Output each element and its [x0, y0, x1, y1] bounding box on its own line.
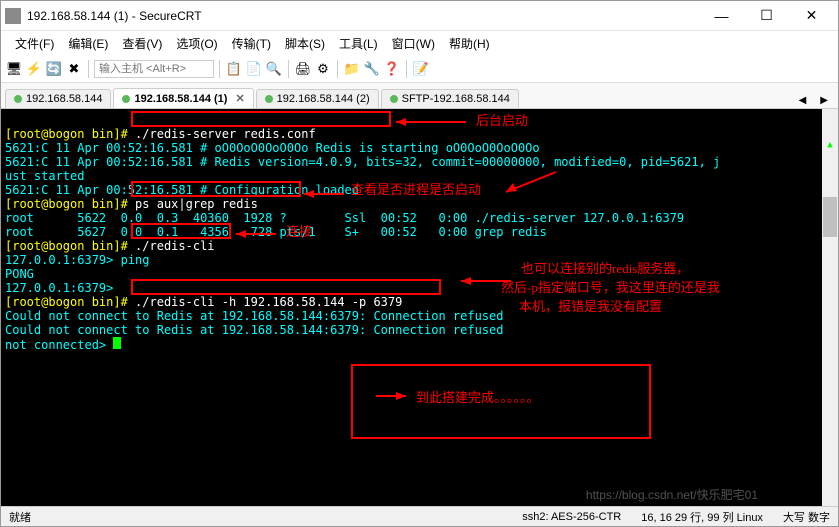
menu-tools[interactable]: 工具(L): [333, 33, 384, 54]
print-icon[interactable]: 🖨: [294, 60, 312, 78]
tab-label: 192.168.58.144 (2): [277, 93, 370, 105]
highlight-box: [131, 111, 391, 127]
watermark: https://blog.csdn.net/快乐肥宅01: [586, 488, 758, 502]
status-cipher: ssh2: AES-256-CTR: [522, 511, 621, 523]
session-icon[interactable]: 📁: [343, 60, 361, 78]
close-button[interactable]: ✕: [789, 2, 834, 30]
terminal[interactable]: [root@bogon bin]# ./redis-server redis.c…: [1, 109, 838, 506]
command: ./redis-cli: [135, 239, 214, 253]
tab-label: 192.168.58.144 (1): [134, 93, 227, 105]
status-dot-icon: [390, 95, 398, 103]
tab-prev-icon[interactable]: ◀: [793, 93, 813, 108]
quick-connect-icon[interactable]: ⚡: [25, 60, 43, 78]
menu-transfer[interactable]: 传输(T): [226, 33, 277, 54]
menu-window[interactable]: 窗口(W): [386, 33, 441, 54]
minimize-button[interactable]: —: [699, 2, 744, 30]
status-caps: 大写 数字: [783, 509, 830, 525]
annotation: 也可以连接别的redis服务器，: [521, 262, 689, 276]
tabbar: 192.168.58.144 192.168.58.144 (1) ✕ 192.1…: [1, 83, 838, 109]
output-line: not connected>: [5, 338, 113, 352]
command: ./redis-server redis.conf: [135, 127, 316, 141]
tab-session-3[interactable]: 192.168.58.144 (2): [256, 89, 379, 108]
status-dot-icon: [14, 95, 22, 103]
annotation: 后台启动: [476, 114, 528, 128]
output-line: Could not connect to Redis at 192.168.58…: [5, 323, 504, 337]
reconnect-icon[interactable]: 🔄: [45, 60, 63, 78]
menubar: 文件(F) 编辑(E) 查看(V) 选项(O) 传输(T) 脚本(S) 工具(L…: [1, 31, 838, 55]
annotation: 到此搭建完成。。。。。。: [416, 391, 540, 405]
options-icon[interactable]: ⚙: [314, 60, 332, 78]
output-line: root 5622 0.0 0.3 40360 1928 ? Ssl 00:52…: [5, 211, 684, 225]
tab-close-icon[interactable]: ✕: [235, 92, 244, 105]
arrow-icon: [501, 167, 561, 197]
output-line: 127.0.0.1:6379> ping: [5, 253, 150, 267]
menu-edit[interactable]: 编辑(E): [62, 33, 114, 54]
menu-view[interactable]: 查看(V): [116, 33, 168, 54]
annotation: 然后-p指定端口号，我这里连的还是我: [501, 281, 720, 295]
output-line: 5621:C 11 Apr 00:52:16.581 # Configurati…: [5, 183, 359, 197]
arrow-icon: [371, 389, 411, 403]
output-line: 5621:C 11 Apr 00:52:16.581 # Redis versi…: [5, 155, 720, 169]
prompt: [root@bogon bin]#: [5, 295, 135, 309]
tab-sftp[interactable]: SFTP-192.168.58.144: [381, 89, 519, 108]
status-dot-icon: [265, 95, 273, 103]
tab-label: 192.168.58.144: [26, 93, 102, 105]
output-line: root 5627 0.0 0.1 4356 728 pts/1 S+ 00:5…: [5, 225, 547, 239]
tab-label: SFTP-192.168.58.144: [402, 93, 510, 105]
tab-session-2[interactable]: 192.168.58.144 (1) ✕: [113, 88, 253, 108]
output-line: 5621:C 11 Apr 00:52:16.581 # oO0OoO0OoO0…: [5, 141, 540, 155]
highlight-box: [351, 364, 651, 439]
output-line: ust started: [5, 169, 84, 183]
status-dot-icon: [122, 95, 130, 103]
scroll-up-icon[interactable]: ▲: [822, 137, 838, 153]
paste-icon[interactable]: 📄: [245, 60, 263, 78]
arrow-icon: [456, 274, 516, 288]
command: ./redis-cli -h 192.168.58.144 -p 6379: [135, 295, 402, 309]
command: ps aux|grep redis: [135, 197, 258, 211]
status-ready: 就绪: [9, 509, 31, 525]
tab-next-icon[interactable]: ▶: [814, 93, 834, 108]
tab-session-1[interactable]: 192.168.58.144: [5, 89, 111, 108]
annotation: 本机，报错是我没有配置: [519, 300, 662, 314]
titlebar: 192.168.58.144 (1) - SecureCRT — ☐ ✕: [1, 1, 838, 31]
connect-icon[interactable]: 🖥: [5, 60, 23, 78]
scroll-thumb[interactable]: [823, 197, 837, 237]
annotation: 查看是否进程是否启动: [351, 183, 481, 197]
prompt: [root@bogon bin]#: [5, 239, 135, 253]
output-line: Could not connect to Redis at 192.168.58…: [5, 309, 504, 323]
arrow-icon: [391, 115, 471, 129]
prompt: [root@bogon bin]#: [5, 197, 135, 211]
output-line: PONG: [5, 267, 34, 281]
output-line: 127.0.0.1:6379>: [5, 281, 121, 295]
menu-script[interactable]: 脚本(S): [279, 33, 331, 54]
app-window: 192.168.58.144 (1) - SecureCRT — ☐ ✕ 文件(…: [0, 0, 839, 527]
disconnect-icon[interactable]: ✖: [65, 60, 83, 78]
help-icon[interactable]: ❓: [383, 60, 401, 78]
highlight-box: [131, 279, 441, 295]
maximize-button[interactable]: ☐: [744, 2, 789, 30]
log-icon[interactable]: 📝: [412, 60, 430, 78]
copy-icon[interactable]: 📋: [225, 60, 243, 78]
scrollbar[interactable]: ▲: [822, 109, 838, 506]
find-icon[interactable]: 🔍: [265, 60, 283, 78]
host-input[interactable]: [94, 60, 214, 78]
menu-file[interactable]: 文件(F): [9, 33, 60, 54]
prompt: [root@bogon bin]#: [5, 127, 135, 141]
window-title: 192.168.58.144 (1) - SecureCRT: [27, 9, 699, 23]
settings-icon[interactable]: 🔧: [363, 60, 381, 78]
status-position: 16, 16 29 行, 99 列 Linux: [641, 509, 763, 525]
menu-help[interactable]: 帮助(H): [443, 33, 496, 54]
app-icon: [5, 8, 21, 24]
toolbar: 🖥 ⚡ 🔄 ✖ 📋 📄 🔍 🖨 ⚙ 📁 🔧 ❓ 📝: [1, 55, 838, 83]
statusbar: 就绪 ssh2: AES-256-CTR 16, 16 29 行, 99 列 L…: [1, 506, 838, 526]
menu-options[interactable]: 选项(O): [170, 33, 223, 54]
cursor: [113, 337, 121, 349]
